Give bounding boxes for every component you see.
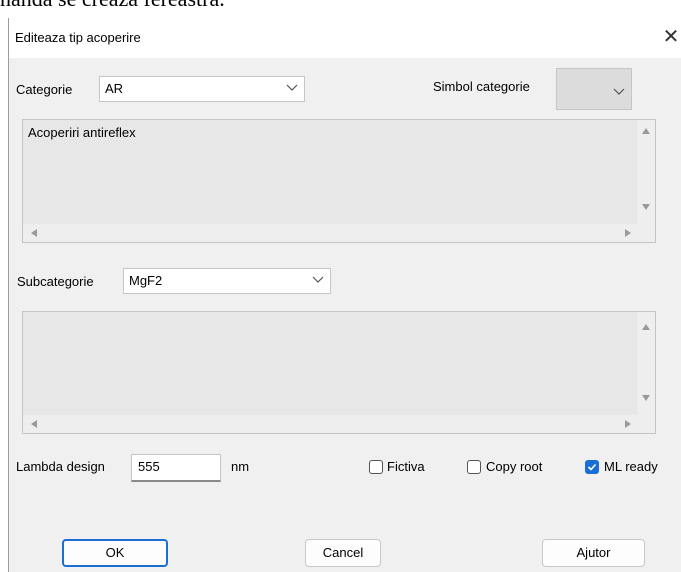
- background-document-text: nanda se creaza fereastra.: [0, 0, 225, 12]
- close-icon[interactable]: ✕: [659, 23, 681, 51]
- scroll-down-icon[interactable]: [642, 395, 650, 401]
- copy-root-checkbox[interactable]: [467, 460, 481, 474]
- categorie-select[interactable]: AR: [99, 76, 305, 102]
- categorie-value: AR: [105, 81, 124, 96]
- categorie-label: Categorie: [16, 82, 73, 97]
- vertical-scrollbar[interactable]: [637, 312, 655, 415]
- dialog-title: Editeaza tip acoperire: [15, 30, 141, 45]
- vertical-scrollbar[interactable]: [637, 120, 655, 224]
- lambda-unit-label: nm: [231, 459, 250, 474]
- categorie-description-area[interactable]: Acoperiri antireflex: [22, 119, 656, 243]
- simbol-categorie-select[interactable]: [556, 68, 632, 110]
- scroll-up-icon[interactable]: [642, 324, 650, 330]
- ok-button[interactable]: OK: [62, 539, 168, 567]
- ml-ready-label: ML ready: [604, 459, 658, 474]
- help-button[interactable]: Ajutor: [542, 539, 645, 567]
- title-bar: Editeaza tip acoperire ✕: [9, 18, 681, 58]
- scroll-down-icon[interactable]: [642, 204, 650, 210]
- chevron-down-icon: [613, 88, 625, 95]
- lambda-design-input[interactable]: 555: [131, 454, 221, 482]
- scroll-left-icon[interactable]: [31, 420, 37, 428]
- scroll-left-icon[interactable]: [31, 229, 37, 237]
- checkmark-icon: [587, 463, 597, 471]
- fictiva-checkbox[interactable]: [369, 460, 383, 474]
- subcategorie-select[interactable]: MgF2: [123, 268, 331, 294]
- ml-ready-checkbox[interactable]: [585, 460, 599, 474]
- chevron-down-icon: [286, 84, 298, 91]
- horizontal-scrollbar[interactable]: [23, 224, 655, 242]
- chevron-down-icon: [312, 276, 324, 283]
- scroll-right-icon[interactable]: [625, 420, 631, 428]
- edit-coating-type-dialog: Editeaza tip acoperire ✕ Categorie AR Si…: [8, 18, 681, 572]
- simbol-categorie-label: Simbol categorie: [433, 79, 530, 94]
- horizontal-scrollbar[interactable]: [23, 415, 655, 433]
- cancel-button[interactable]: Cancel: [305, 539, 381, 567]
- fictiva-label: Fictiva: [387, 459, 425, 474]
- copy-root-label: Copy root: [486, 459, 543, 474]
- subcategorie-description-area[interactable]: [22, 311, 656, 434]
- lambda-design-value: 555: [138, 459, 160, 474]
- scroll-right-icon[interactable]: [625, 229, 631, 237]
- categorie-description-text: Acoperiri antireflex: [28, 125, 136, 140]
- subcategorie-label: Subcategorie: [17, 274, 94, 289]
- lambda-design-label: Lambda design: [16, 459, 105, 474]
- subcategorie-value: MgF2: [129, 273, 163, 288]
- scroll-up-icon[interactable]: [642, 128, 650, 134]
